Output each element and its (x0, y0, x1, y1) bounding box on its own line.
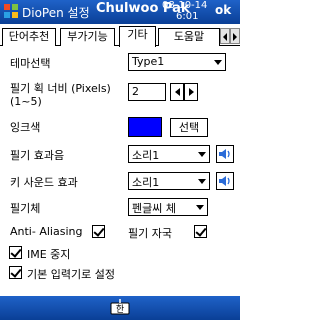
chevron-down-icon[interactable] (191, 199, 207, 215)
stroke-trace-checkbox[interactable] (194, 225, 207, 238)
chevron-down-icon[interactable] (193, 146, 209, 162)
stroke-width-spinner (170, 83, 198, 101)
stroke-sound-value: 소리1 (132, 149, 160, 162)
windows-start-icon[interactable] (3, 3, 19, 19)
increase-arrow-icon[interactable] (184, 83, 198, 101)
key-sound-label: 키 사운드 효과 (10, 176, 78, 189)
tab-help[interactable]: 도움말 (158, 28, 220, 46)
stroke-sound-select[interactable]: 소리1 (128, 145, 210, 163)
tab-scroll-left-icon[interactable] (220, 28, 230, 44)
stroke-trace-label: 필기 자국 (128, 227, 172, 240)
font-value: 펜글씨 체 (132, 202, 176, 215)
title-bar: DioPen 설정 Chulwoo Pak 08-10-14 6:01 ok (0, 0, 240, 24)
tab-scroll-right-icon[interactable] (230, 28, 240, 44)
bottom-menu-bar: 한 (0, 296, 240, 320)
ime-stop-label: IME 중지 (27, 248, 71, 261)
default-input-checkbox[interactable] (9, 266, 22, 279)
key-sound-select[interactable]: 소리1 (128, 172, 210, 190)
theme-value: Type1 (132, 55, 165, 68)
stroke-width-label: 필기 획 너비 (Pixels) (10, 82, 111, 95)
stroke-sound-label: 필기 효과음 (10, 149, 65, 162)
stroke-width-value: 2 (132, 85, 139, 98)
chevron-down-icon[interactable] (209, 54, 225, 70)
keyboard-icon[interactable]: 한 (110, 299, 130, 317)
stroke-width-range-label: (1~5) (10, 95, 42, 108)
default-input-label: 기본 입력기로 설정 (27, 268, 115, 281)
time-display: 6:01 (176, 11, 199, 22)
ime-stop-checkbox[interactable] (9, 246, 22, 259)
anti-aliasing-checkbox[interactable] (92, 225, 105, 238)
tab-word-suggest[interactable]: 단어추천 (2, 28, 56, 46)
ink-color-select-button[interactable]: 선택 (170, 118, 208, 137)
decrease-arrow-icon[interactable] (170, 83, 184, 101)
theme-select[interactable]: Type1 (128, 53, 226, 71)
date-display: 08-10-14 (162, 0, 208, 11)
font-label: 필기체 (10, 202, 41, 215)
stroke-sound-speaker-icon[interactable] (216, 145, 234, 163)
ok-button[interactable]: ok (215, 3, 231, 17)
svg-text:한: 한 (116, 304, 124, 315)
key-sound-value: 소리1 (132, 176, 160, 189)
anti-aliasing-label: Anti- Aliasing (10, 225, 83, 238)
key-sound-speaker-icon[interactable] (216, 172, 234, 190)
tab-scroll (220, 28, 240, 44)
stroke-width-input[interactable]: 2 (128, 83, 166, 101)
ink-color-swatch (128, 117, 162, 137)
tab-etc[interactable]: 기타 (119, 26, 156, 47)
font-select[interactable]: 펜글씨 체 (128, 198, 208, 216)
window-title: DioPen 설정 (22, 6, 90, 20)
tab-extra-features[interactable]: 부가기능 (60, 28, 115, 46)
tab-bar: 단어추천 부가기능 기타 도움말 (0, 26, 240, 47)
theme-label: 테마선택 (10, 57, 51, 70)
ink-color-label: 잉크색 (10, 121, 41, 134)
chevron-down-icon[interactable] (193, 173, 209, 189)
